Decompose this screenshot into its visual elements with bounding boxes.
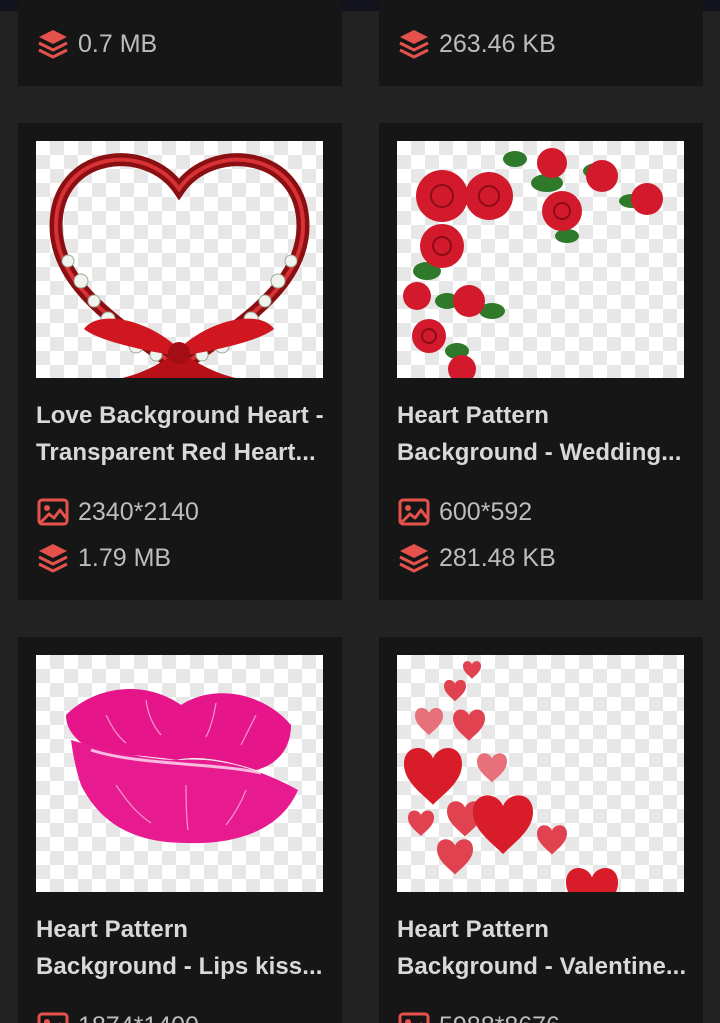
image-card[interactable]: Heart Pattern Background - Wedding... 60…	[379, 123, 703, 600]
title-line: Background - Valentine...	[397, 953, 687, 980]
filesize-row: 263.46 KB	[397, 27, 556, 61]
filesize-row: 0.7 MB	[36, 27, 157, 61]
thumbnail-image[interactable]	[36, 655, 323, 892]
filesize-row: 1.79 MB	[36, 541, 171, 575]
file-size: 1.79 MB	[78, 543, 172, 572]
file-size: 263.46 KB	[439, 29, 556, 58]
title-line: Love Background Heart -	[36, 402, 324, 429]
title-line: Background - Wedding...	[397, 439, 682, 466]
title-line: Heart Pattern	[397, 916, 550, 943]
image-icon	[397, 1009, 431, 1023]
layers-icon	[36, 27, 70, 61]
dimensions-row: 600*592	[397, 495, 532, 529]
image-dimensions: 5988*8676	[439, 1012, 560, 1023]
image-icon	[36, 495, 70, 529]
image-card[interactable]: 263.46 KB	[379, 0, 703, 86]
layers-icon	[397, 27, 431, 61]
image-dimensions: 600*592	[439, 497, 533, 526]
layers-icon	[397, 541, 431, 575]
dimensions-row: 2340*2140	[36, 495, 199, 529]
image-dimensions: 2340*2140	[78, 497, 199, 526]
title-line: Heart Pattern	[36, 916, 189, 943]
image-icon	[397, 495, 431, 529]
card-title[interactable]: Heart Pattern Background - Lips kiss...	[36, 911, 328, 985]
image-card[interactable]: 0.7 MB	[18, 0, 342, 86]
image-card[interactable]: Heart Pattern Background - Valentine... …	[379, 637, 703, 1023]
image-card[interactable]: Heart Pattern Background - Lips kiss... …	[18, 637, 342, 1023]
title-line: Background - Lips kiss...	[36, 953, 323, 980]
image-card[interactable]: Love Background Heart - Transparent Red …	[18, 123, 342, 600]
title-line: Heart Pattern	[397, 402, 550, 429]
thumbnail-image[interactable]	[397, 655, 684, 892]
image-icon	[36, 1009, 70, 1023]
title-line: Transparent Red Heart...	[36, 439, 316, 466]
dimensions-row: 5988*8676	[397, 1009, 560, 1023]
layers-icon	[36, 541, 70, 575]
thumbnail-image[interactable]	[397, 141, 684, 378]
thumbnail-image[interactable]	[36, 141, 323, 378]
card-title[interactable]: Heart Pattern Background - Valentine...	[397, 911, 689, 985]
image-dimensions: 1874*1400	[78, 1012, 199, 1023]
filesize-row: 281.48 KB	[397, 541, 556, 575]
card-title[interactable]: Love Background Heart - Transparent Red …	[36, 397, 328, 471]
card-title[interactable]: Heart Pattern Background - Wedding...	[397, 397, 689, 471]
dimensions-row: 1874*1400	[36, 1009, 199, 1023]
file-size: 0.7 MB	[78, 29, 158, 58]
file-size: 281.48 KB	[439, 543, 556, 572]
